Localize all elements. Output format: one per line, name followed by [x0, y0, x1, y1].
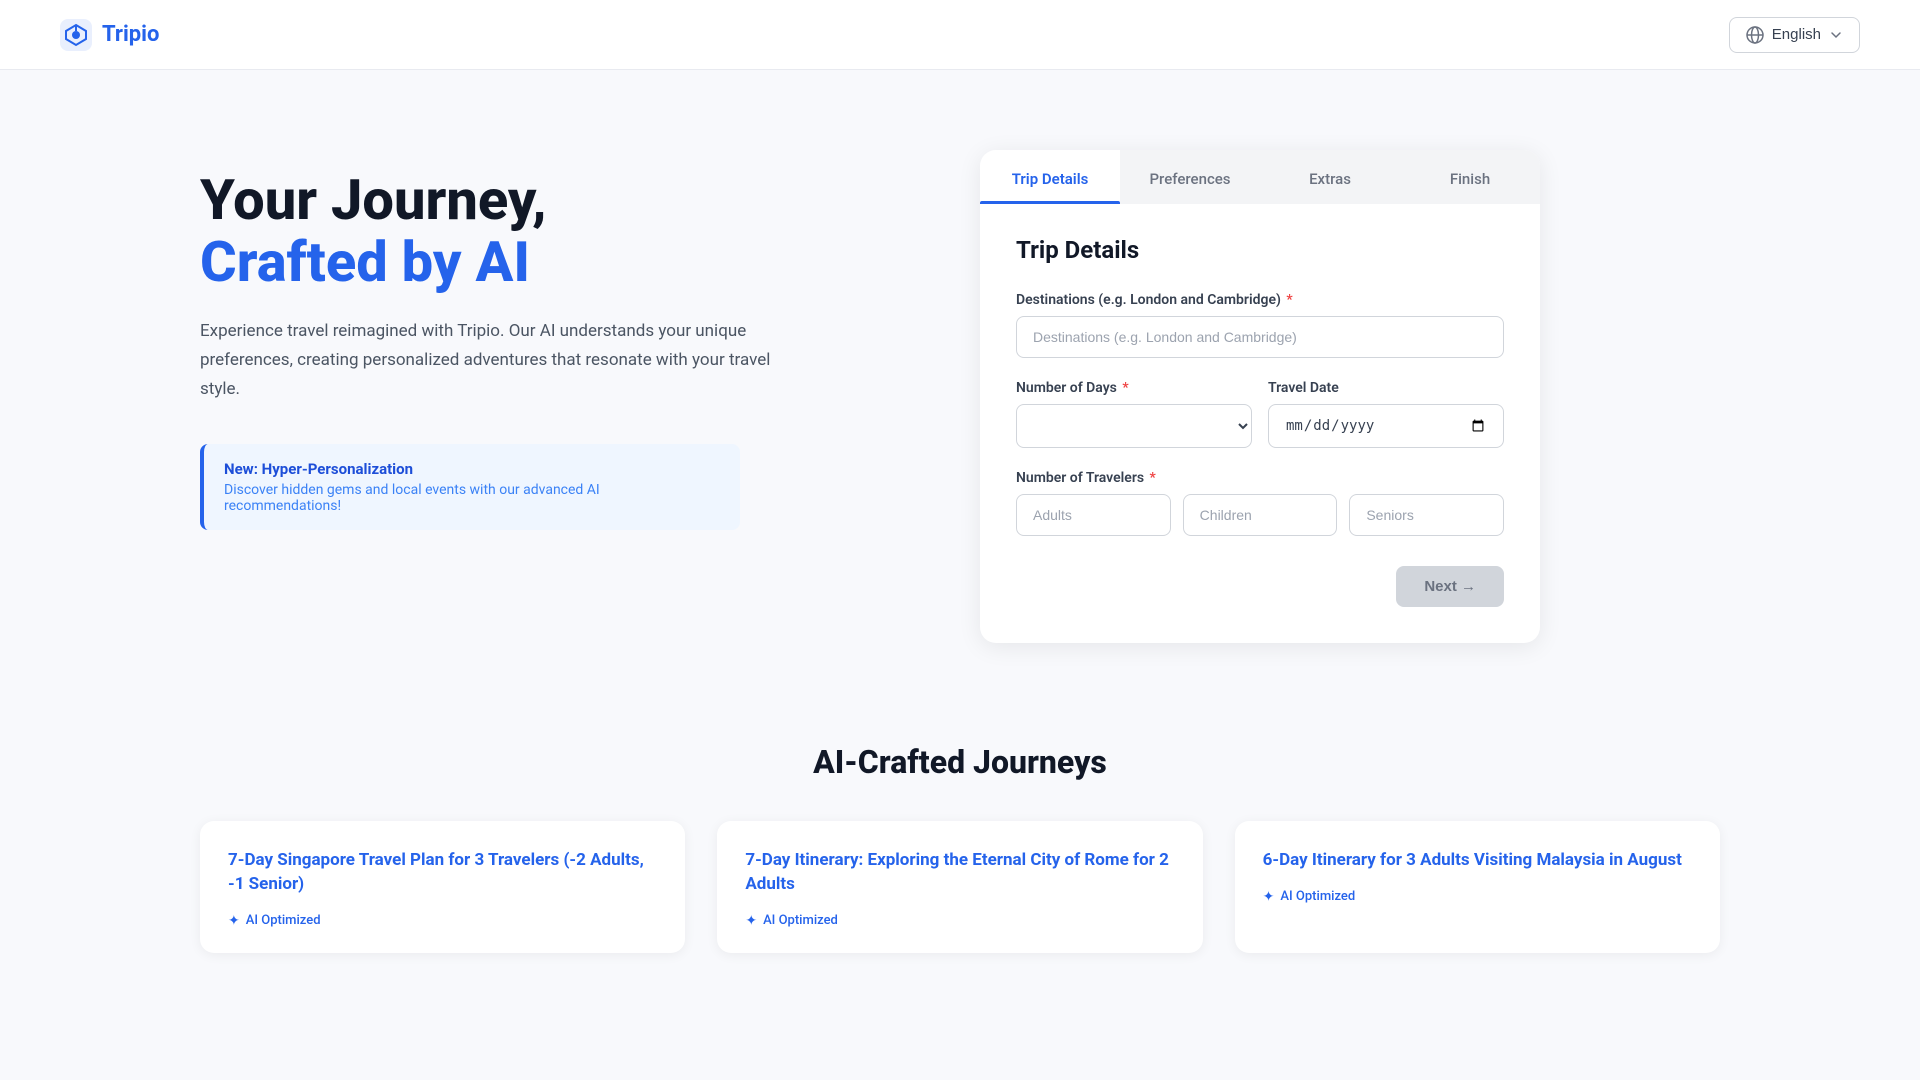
tab-preferences[interactable]: Preferences — [1120, 150, 1260, 204]
travelers-label: Number of Travelers * — [1016, 470, 1504, 486]
hero-left: Your Journey, Crafted by AI Experience t… — [200, 150, 900, 530]
adults-input[interactable] — [1016, 494, 1171, 536]
children-input[interactable] — [1183, 494, 1338, 536]
next-button[interactable]: Next → — [1396, 566, 1504, 607]
days-group: Number of Days * 1 2 3 5 7 10 14 — [1016, 380, 1252, 448]
ai-journeys-section: AI-Crafted Journeys 7-Day Singapore Trav… — [0, 703, 1920, 1013]
trip-details-card: Trip Details Preferences Extras Finish T… — [980, 150, 1540, 643]
destinations-group: Destinations (e.g. London and Cambridge)… — [1016, 292, 1504, 358]
hero-title-line1: Your Journey, — [200, 170, 900, 232]
days-required: * — [1122, 380, 1128, 396]
logo[interactable]: Tripio — [60, 19, 159, 51]
hero-banner-title: New: Hyper-Personalization — [224, 460, 720, 478]
journey-card-1-title: 7-Day Singapore Travel Plan for 3 Travel… — [228, 849, 657, 897]
logo-icon — [60, 19, 92, 51]
date-group: Travel Date — [1268, 380, 1504, 448]
destinations-input[interactable] — [1016, 316, 1504, 358]
globe-icon — [1746, 26, 1764, 44]
seniors-input[interactable] — [1349, 494, 1504, 536]
logo-text: Tripio — [102, 22, 159, 47]
language-button[interactable]: English — [1729, 17, 1860, 53]
navbar: Tripio English — [0, 0, 1920, 70]
star-icon-3: ✦ — [1263, 889, 1275, 905]
hero-title-blue: Crafted by AI — [200, 229, 530, 295]
hero-title-line2: Crafted by AI — [200, 232, 900, 294]
journey-card-3[interactable]: 6-Day Itinerary for 3 Adults Visiting Ma… — [1235, 821, 1720, 953]
trip-card-body: Trip Details Destinations (e.g. London a… — [980, 204, 1540, 643]
journey-card-2-badge: ✦ AI Optimized — [745, 913, 1174, 929]
days-label: Number of Days * — [1016, 380, 1252, 396]
next-button-label: Next → — [1424, 578, 1476, 595]
journey-card-3-badge: ✦ AI Optimized — [1263, 889, 1692, 905]
travelers-row — [1016, 494, 1504, 536]
star-icon-1: ✦ — [228, 913, 240, 929]
trip-tabs: Trip Details Preferences Extras Finish — [980, 150, 1540, 204]
destinations-required: * — [1286, 292, 1292, 308]
travelers-group: Number of Travelers * — [1016, 470, 1504, 536]
trip-card-title: Trip Details — [1016, 236, 1504, 264]
destinations-label: Destinations (e.g. London and Cambridge)… — [1016, 292, 1504, 308]
days-select[interactable]: 1 2 3 5 7 10 14 — [1016, 404, 1252, 448]
language-label: English — [1772, 26, 1821, 43]
date-input[interactable] — [1268, 404, 1504, 448]
journey-card-3-title: 6-Day Itinerary for 3 Adults Visiting Ma… — [1263, 849, 1692, 873]
tab-extras[interactable]: Extras — [1260, 150, 1400, 204]
hero-section: Your Journey, Crafted by AI Experience t… — [0, 70, 1920, 703]
ai-journeys-title: AI-Crafted Journeys — [200, 743, 1720, 781]
hero-description: Experience travel reimagined with Tripio… — [200, 317, 780, 404]
hero-title-black: Your Journey, — [200, 167, 547, 233]
days-date-row: Number of Days * 1 2 3 5 7 10 14 — [1016, 380, 1504, 470]
journey-cards: 7-Day Singapore Travel Plan for 3 Travel… — [200, 821, 1720, 953]
hero-banner: New: Hyper-Personalization Discover hidd… — [200, 444, 740, 530]
chevron-down-icon — [1829, 28, 1843, 42]
travelers-required: * — [1150, 470, 1156, 486]
star-icon-2: ✦ — [745, 913, 757, 929]
hero-banner-desc: Discover hidden gems and local events wi… — [224, 482, 720, 514]
date-label: Travel Date — [1268, 380, 1504, 396]
journey-card-1-badge: ✦ AI Optimized — [228, 913, 657, 929]
tab-trip-details[interactable]: Trip Details — [980, 150, 1120, 204]
journey-card-1[interactable]: 7-Day Singapore Travel Plan for 3 Travel… — [200, 821, 685, 953]
journey-card-2-title: 7-Day Itinerary: Exploring the Eternal C… — [745, 849, 1174, 897]
journey-card-2[interactable]: 7-Day Itinerary: Exploring the Eternal C… — [717, 821, 1202, 953]
tab-finish[interactable]: Finish — [1400, 150, 1540, 204]
